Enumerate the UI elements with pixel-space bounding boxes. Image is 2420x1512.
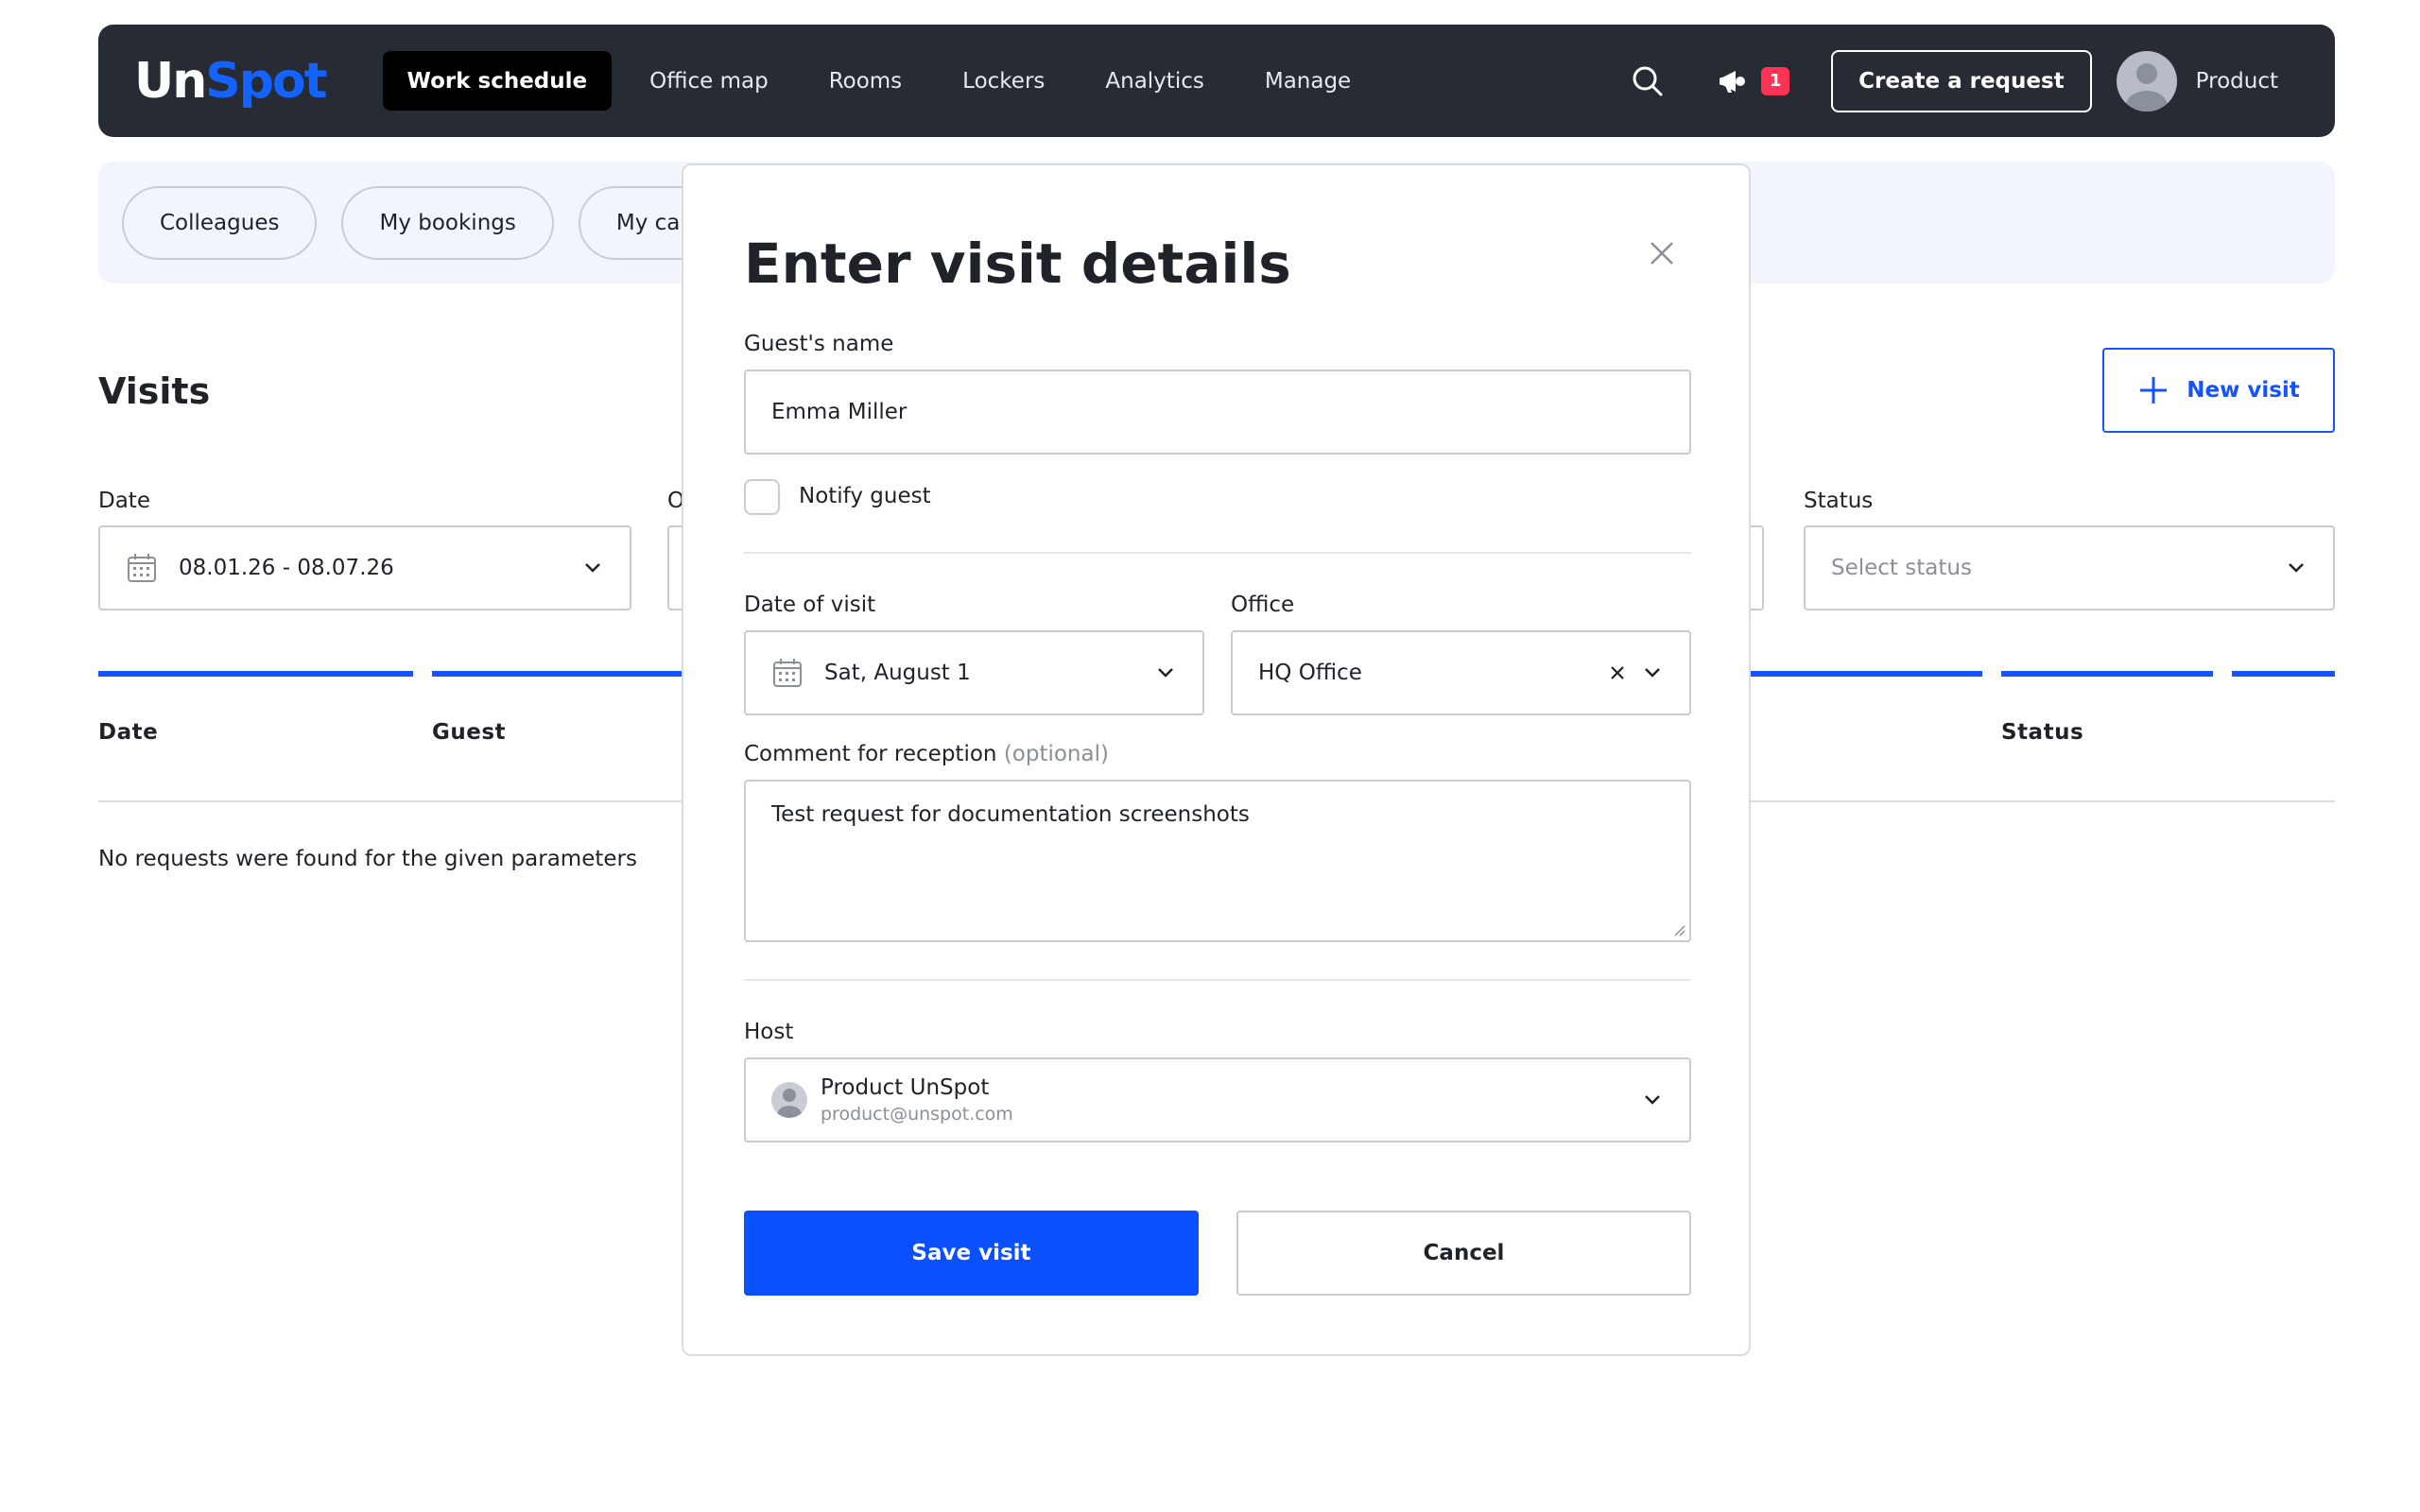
host-email: product@unspot.com: [821, 1103, 1013, 1125]
comment-textarea[interactable]: Test request for documentation screensho…: [744, 780, 1691, 942]
status-filter-label: Status: [1804, 489, 1874, 513]
host-avatar: [771, 1082, 807, 1118]
status-filter-select[interactable]: Select status: [1804, 525, 2335, 610]
nav-item-analytics[interactable]: Analytics: [1075, 51, 1234, 111]
nav-item-lockers[interactable]: Lockers: [932, 51, 1075, 111]
nav-item-office-map[interactable]: Office map: [619, 51, 799, 111]
tab-my-bookings[interactable]: My bookings: [341, 185, 554, 260]
logo-text-un: Un: [134, 52, 207, 110]
column-divider-status: [2001, 671, 2213, 677]
calendar-icon: [126, 552, 158, 584]
column-divider-date: [98, 671, 413, 677]
logo-text-spot: Spot: [205, 52, 327, 110]
user-name[interactable]: Product: [2196, 69, 2278, 94]
close-icon[interactable]: [1646, 237, 1678, 269]
create-request-button[interactable]: Create a request: [1831, 49, 2092, 112]
new-visit-button[interactable]: New visit: [2102, 348, 2335, 433]
host-name: Product UnSpot: [821, 1074, 990, 1100]
visit-date-picker[interactable]: Sat, August 1: [744, 630, 1204, 715]
notify-guest-checkbox[interactable]: [744, 479, 780, 515]
calendar-icon: [771, 657, 804, 689]
cancel-button[interactable]: Cancel: [1236, 1211, 1691, 1296]
comment-value: Test request for documentation screensho…: [771, 802, 1250, 827]
unspot-logo[interactable]: UnSpot: [134, 57, 328, 106]
megaphone-icon: [1714, 62, 1752, 100]
chevron-down-icon: [1158, 668, 1173, 678]
host-select[interactable]: Product UnSpot product@unspot.com: [744, 1057, 1691, 1143]
guest-name-value: Emma Miller: [771, 400, 908, 424]
page-title: Visits: [98, 370, 211, 412]
nav-item-work-schedule[interactable]: Work schedule: [382, 51, 613, 111]
office-value: HQ Office: [1258, 661, 1362, 685]
column-header-guest[interactable]: Guest: [432, 720, 506, 745]
guest-name-label: Guest's name: [744, 332, 894, 356]
office-label: Office: [1231, 593, 1295, 617]
office-select[interactable]: HQ Office: [1231, 630, 1691, 715]
notify-guest-label[interactable]: Notify guest: [799, 484, 931, 508]
plus-icon: [2140, 377, 2168, 404]
date-range-value: 08.01.26 - 08.07.26: [179, 556, 394, 580]
save-visit-button[interactable]: Save visit: [744, 1211, 1199, 1296]
host-info: Product UnSpot product@unspot.com: [821, 1074, 1013, 1127]
main-nav: Work schedule Office map Rooms Lockers A…: [382, 51, 1382, 111]
user-avatar[interactable]: [2116, 50, 2177, 112]
tab-colleagues[interactable]: Colleagues: [122, 185, 318, 260]
status-placeholder: Select status: [1831, 556, 1972, 580]
chevron-down-icon: [585, 563, 600, 573]
empty-state-message: No requests were found for the given par…: [98, 847, 637, 871]
chevron-down-icon: [1645, 668, 1660, 678]
search-icon[interactable]: [1629, 62, 1667, 100]
modal-title: Enter visit details: [744, 232, 1291, 296]
new-visit-label: New visit: [2187, 378, 2300, 403]
chevron-down-icon: [1645, 1095, 1660, 1105]
header-actions: 1 Create a request Product: [1629, 49, 2299, 112]
visit-details-modal: Enter visit details Guest's name Emma Mi…: [682, 163, 1751, 1356]
chevron-down-icon: [2289, 563, 2304, 573]
clear-icon[interactable]: [1607, 662, 1628, 683]
date-filter-label: Date: [98, 489, 150, 513]
section-divider: [744, 552, 1691, 554]
date-range-select[interactable]: 08.01.26 - 08.07.26: [98, 525, 631, 610]
column-header-status[interactable]: Status: [2001, 720, 2083, 745]
section-divider: [744, 979, 1691, 981]
visit-date-label: Date of visit: [744, 593, 876, 617]
comment-optional-hint: (optional): [1003, 742, 1109, 766]
nav-item-manage[interactable]: Manage: [1235, 51, 1381, 111]
guest-name-input[interactable]: Emma Miller: [744, 369, 1691, 455]
column-header-date[interactable]: Date: [98, 720, 158, 745]
comment-label: Comment for reception (optional): [744, 742, 1109, 766]
resize-handle-icon[interactable]: [1672, 923, 1685, 936]
nav-item-rooms[interactable]: Rooms: [799, 51, 932, 111]
column-divider-actions: [2232, 671, 2335, 677]
visit-date-value: Sat, August 1: [824, 661, 971, 685]
notification-count-badge: 1: [1761, 66, 1790, 95]
top-navigation-bar: UnSpot Work schedule Office map Rooms Lo…: [98, 25, 2335, 137]
notifications[interactable]: 1: [1714, 62, 1790, 100]
host-label: Host: [744, 1020, 794, 1044]
comment-label-text: Comment for reception: [744, 742, 997, 766]
